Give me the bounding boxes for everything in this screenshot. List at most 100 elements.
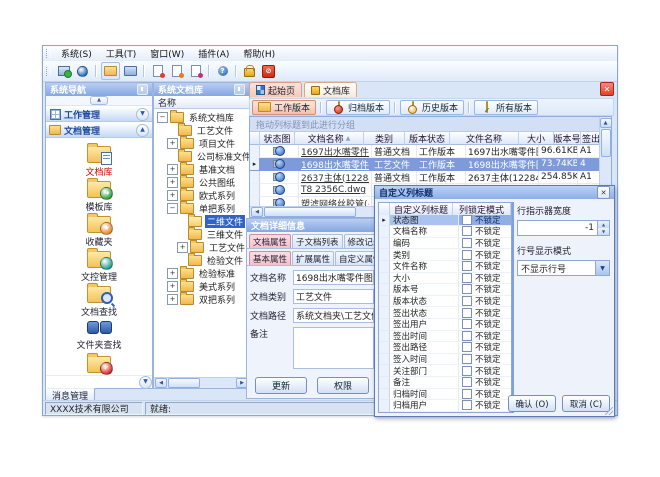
details-subtab[interactable]: 自定义属性: [335, 251, 378, 265]
checkbox-unchecked-icon[interactable]: [462, 261, 472, 271]
grid-row[interactable]: 文档名称不锁定: [379, 226, 511, 238]
sidebar-group-collapsed[interactable]: 工作管理▼: [46, 106, 152, 122]
scroll-left-icon[interactable]: ◀: [155, 378, 167, 388]
collapse-icon[interactable]: −: [157, 112, 168, 123]
tree-node[interactable]: +美式系列: [154, 280, 249, 293]
grid-cell-lock[interactable]: 不锁定: [459, 354, 511, 366]
group-by-bar[interactable]: 拖动列标题到此进行分组: [250, 117, 611, 132]
scroll-left-icon[interactable]: ◀: [251, 207, 263, 217]
pin-icon[interactable]: [234, 84, 245, 95]
permissions-button[interactable]: 权限: [317, 377, 369, 394]
checkbox-unchecked-icon[interactable]: [462, 238, 472, 248]
checkbox-unchecked-icon[interactable]: [462, 296, 472, 306]
row-indicator-input[interactable]: -1 ▲▼: [517, 220, 610, 236]
scrollbar-thumb[interactable]: [601, 129, 611, 157]
grid-cell-lock[interactable]: 不锁定: [459, 342, 511, 354]
grid-cell-lock[interactable]: 不锁定: [459, 215, 511, 227]
checkbox-unchecked-icon[interactable]: [462, 354, 472, 364]
grid-cell-lock[interactable]: 不锁定: [459, 273, 511, 285]
checkbox-unchecked-icon[interactable]: [462, 331, 472, 341]
grid-cell-lock[interactable]: 不锁定: [459, 296, 511, 308]
expand-icon[interactable]: +: [167, 268, 178, 279]
grid-row[interactable]: 关注部门不锁定: [379, 365, 511, 377]
toolbar-button[interactable]: [55, 63, 72, 79]
resize-grip[interactable]: [605, 407, 613, 415]
table-row[interactable]: 1697出水嘴零件图.dwg普通文档工作版本1697出水嘴零件图.dwg96.6…: [250, 145, 611, 158]
chevron-down-icon[interactable]: ▼: [595, 261, 609, 275]
checkbox-unchecked-icon[interactable]: [462, 377, 472, 387]
tree-node[interactable]: +基准文档: [154, 163, 249, 176]
pin-icon[interactable]: [137, 84, 148, 95]
scroll-up-icon[interactable]: ▲: [600, 118, 612, 128]
sidebar-item[interactable]: ➜模板库: [46, 176, 152, 211]
expand-icon[interactable]: +: [167, 164, 178, 175]
tree-node[interactable]: −系统文档库: [154, 111, 249, 124]
checkbox-unchecked-icon[interactable]: [462, 400, 472, 410]
spin-down-icon[interactable]: ▼: [598, 228, 609, 235]
update-button[interactable]: 更新: [255, 377, 307, 394]
grid-row[interactable]: ▸状态图不锁定: [379, 215, 511, 227]
menu-item[interactable]: 系统(S): [54, 46, 99, 61]
sidebar-item[interactable]: 文控管理: [46, 246, 152, 281]
grid-row[interactable]: 签出用户不锁定: [379, 319, 511, 331]
table-row[interactable]: 2637主体(12284).dwg普通文档工作版本2637主体(12284).d…: [250, 171, 611, 184]
menu-item[interactable]: 工具(T): [99, 46, 144, 61]
column-header[interactable]: 类别: [364, 132, 405, 145]
expand-icon[interactable]: +: [167, 190, 178, 201]
toolbar-button[interactable]: [187, 63, 204, 79]
menu-item[interactable]: 插件(A): [191, 46, 236, 61]
column-header[interactable]: 文档名称▲: [295, 132, 364, 145]
grid-cell-lock[interactable]: 不锁定: [459, 261, 511, 273]
grid-row[interactable]: 文件名称不锁定: [379, 261, 511, 273]
menu-item[interactable]: 帮助(H): [236, 46, 282, 61]
grid-cell-lock[interactable]: 不锁定: [459, 389, 511, 401]
grid-cell-lock[interactable]: 不锁定: [459, 331, 511, 343]
tree-hscrollbar[interactable]: ◀ ▶: [154, 377, 249, 388]
tree-node[interactable]: 二维文件: [154, 215, 249, 228]
sidebar-item[interactable]: 文件夹查找: [46, 316, 152, 351]
close-icon[interactable]: ✕: [600, 82, 614, 96]
column-header[interactable]: 状态图: [260, 132, 295, 145]
field-value[interactable]: 系统文档夹\工艺文件\: [293, 308, 374, 323]
expand-icon[interactable]: +: [167, 281, 178, 292]
sidebar-item[interactable]: ✓签出的文档: [46, 351, 152, 375]
field-value[interactable]: 工艺文件: [293, 289, 374, 304]
expand-icon[interactable]: +: [177, 242, 188, 253]
grid-row[interactable]: 版本号不锁定: [379, 284, 511, 296]
document-link[interactable]: 1697出水嘴零件图.dwg: [301, 145, 369, 158]
checkbox-unchecked-icon[interactable]: [462, 250, 472, 260]
table-row[interactable]: ▸1698出水嘴零件图.dwg工艺文件工作版本1698出水嘴零件图.dwg73.…: [250, 158, 611, 171]
grid-cell-lock[interactable]: 不锁定: [459, 284, 511, 296]
menu-item[interactable]: 窗口(W): [143, 46, 191, 61]
tab-start-page[interactable]: 起始页: [249, 82, 302, 97]
field-value[interactable]: 1698出水嘴零件图.dwg: [293, 270, 374, 285]
tree-node[interactable]: +双把系列: [154, 293, 249, 306]
checkbox-unchecked-icon[interactable]: [462, 284, 472, 294]
document-link[interactable]: 2637主体(12284).dwg: [301, 171, 369, 184]
toolbar-button[interactable]: [168, 63, 185, 79]
grid-row[interactable]: 签出时间不锁定: [379, 331, 511, 343]
grid-row[interactable]: 签入时间不锁定: [379, 354, 511, 366]
toolbar-button[interactable]: ⊘: [260, 63, 277, 79]
toolbar-button[interactable]: [74, 63, 91, 79]
sidebar-item[interactable]: 文档库: [46, 141, 152, 176]
column-header[interactable]: 大小: [519, 132, 554, 145]
scrollbar-thumb[interactable]: [264, 207, 356, 217]
grid-cell-lock[interactable]: 不锁定: [459, 400, 511, 412]
details-subtab[interactable]: 基本属性: [249, 251, 291, 265]
grid-row[interactable]: 大小不锁定: [379, 273, 511, 285]
tree-node[interactable]: +公共图纸: [154, 176, 249, 189]
details-tab[interactable]: 子文档列表: [292, 234, 343, 248]
grid-row[interactable]: 类别不锁定: [379, 249, 511, 261]
sidebar-group-expanded[interactable]: 文档管理▲: [46, 122, 152, 138]
checkbox-unchecked-icon[interactable]: [462, 319, 472, 329]
checkbox-unchecked-icon[interactable]: [462, 389, 472, 399]
toolbar-button[interactable]: [122, 63, 139, 79]
dialog-splitter[interactable]: [512, 202, 514, 413]
version-button[interactable]: 工作版本: [252, 100, 316, 115]
document-link[interactable]: T8 2356C.dwg: [301, 185, 366, 195]
document-link[interactable]: 1698出水嘴零件图.dwg: [301, 158, 369, 171]
version-button[interactable]: 历史版本: [400, 100, 464, 115]
checkbox-unchecked-icon[interactable]: [462, 273, 472, 283]
tree-node[interactable]: 检验文件: [154, 254, 249, 267]
